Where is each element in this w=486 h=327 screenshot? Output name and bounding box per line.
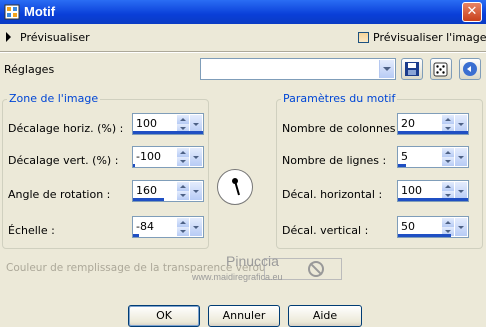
zone-legend: Zone de l'image <box>7 92 101 105</box>
rotation-dial[interactable] <box>217 169 253 205</box>
save-icon <box>405 62 419 76</box>
randomize-button[interactable] <box>430 58 452 80</box>
horiz-offset-spinner[interactable]: 100 <box>132 113 204 135</box>
scale-spinner[interactable]: -84 <box>132 216 204 238</box>
rows-value[interactable]: 5 <box>401 150 408 163</box>
rotation-dial-icon <box>232 178 240 196</box>
level-bar <box>398 131 468 134</box>
level-bar <box>133 198 164 201</box>
vert-offset-label: Décalage vert. (%) : <box>8 154 119 167</box>
level-bar <box>133 234 139 237</box>
dropdown-arrow-icon[interactable] <box>455 148 467 166</box>
dropdown-arrow-icon[interactable] <box>190 218 202 236</box>
horiz-shift-label: Décal. horizontal : <box>282 188 383 201</box>
rotation-spinner[interactable]: 160 <box>132 180 204 202</box>
rotation-label: Angle de rotation : <box>8 188 111 201</box>
preview-row: Prévisualiser Prévisualiser l'image <box>0 26 486 50</box>
level-bar <box>398 198 468 201</box>
horiz-offset-value[interactable]: 100 <box>136 117 157 130</box>
columns-value[interactable]: 20 <box>401 117 415 130</box>
help-button[interactable]: Aide <box>288 305 362 327</box>
rotation-value[interactable]: 160 <box>136 184 157 197</box>
expand-triangle-icon[interactable] <box>6 32 11 42</box>
vert-shift-label: Décal. vertical : <box>282 224 369 237</box>
watermark-name: Pinuccia <box>226 253 279 269</box>
cancel-button[interactable]: Annuler <box>208 305 280 327</box>
presets-combobox[interactable] <box>200 58 396 80</box>
window-title: Motif <box>24 4 56 19</box>
level-bar <box>398 234 451 237</box>
spin-arrows-icon[interactable] <box>177 148 189 166</box>
vert-shift-spinner[interactable]: 50 <box>397 216 469 238</box>
preview-image-label[interactable]: Prévisualiser l'image <box>373 31 486 44</box>
scale-value[interactable]: -84 <box>136 220 154 233</box>
level-bar <box>398 164 406 167</box>
dropdown-arrow-icon[interactable] <box>379 60 394 78</box>
vert-offset-spinner[interactable]: -100 <box>132 146 204 168</box>
preview-image-checkbox[interactable] <box>358 32 369 43</box>
dropdown-arrow-icon[interactable] <box>190 182 202 200</box>
title-bar: Motif ✕ <box>0 0 486 24</box>
save-preset-button[interactable] <box>401 58 423 80</box>
reset-button[interactable] <box>459 58 481 80</box>
params-legend: Paramètres du motif <box>281 92 398 105</box>
spin-arrows-icon[interactable] <box>177 182 189 200</box>
scale-label: Échelle : <box>8 224 55 237</box>
dropdown-arrow-icon[interactable] <box>455 218 467 236</box>
watermark-url: www.maidiregrafica.eu <box>192 272 283 282</box>
columns-label: Nombre de colonnes : <box>282 122 403 135</box>
level-bar <box>133 164 135 167</box>
app-icon <box>4 4 20 20</box>
close-icon: ✕ <box>466 4 478 19</box>
rows-spinner[interactable]: 5 <box>397 146 469 168</box>
presets-label: Réglages <box>4 63 55 76</box>
horiz-shift-value[interactable]: 100 <box>401 184 422 197</box>
dropdown-arrow-icon[interactable] <box>190 148 202 166</box>
level-bar <box>133 131 203 134</box>
spin-arrows-icon[interactable] <box>442 148 454 166</box>
columns-spinner[interactable]: 20 <box>397 113 469 135</box>
no-symbol-icon <box>308 261 324 277</box>
ok-button[interactable]: OK <box>128 305 200 327</box>
horiz-shift-spinner[interactable]: 100 <box>397 180 469 202</box>
reset-icon <box>463 62 477 76</box>
vert-offset-value[interactable]: -100 <box>136 150 161 163</box>
rows-label: Nombre de lignes : <box>282 154 387 167</box>
close-button[interactable]: ✕ <box>462 2 482 22</box>
dice-icon <box>433 62 448 77</box>
separator <box>0 51 486 53</box>
preview-label[interactable]: Prévisualiser <box>20 31 90 44</box>
spin-arrows-icon[interactable] <box>177 218 189 236</box>
horiz-offset-label: Décalage horiz. (%) : <box>8 122 124 135</box>
vert-shift-value[interactable]: 50 <box>401 220 415 233</box>
